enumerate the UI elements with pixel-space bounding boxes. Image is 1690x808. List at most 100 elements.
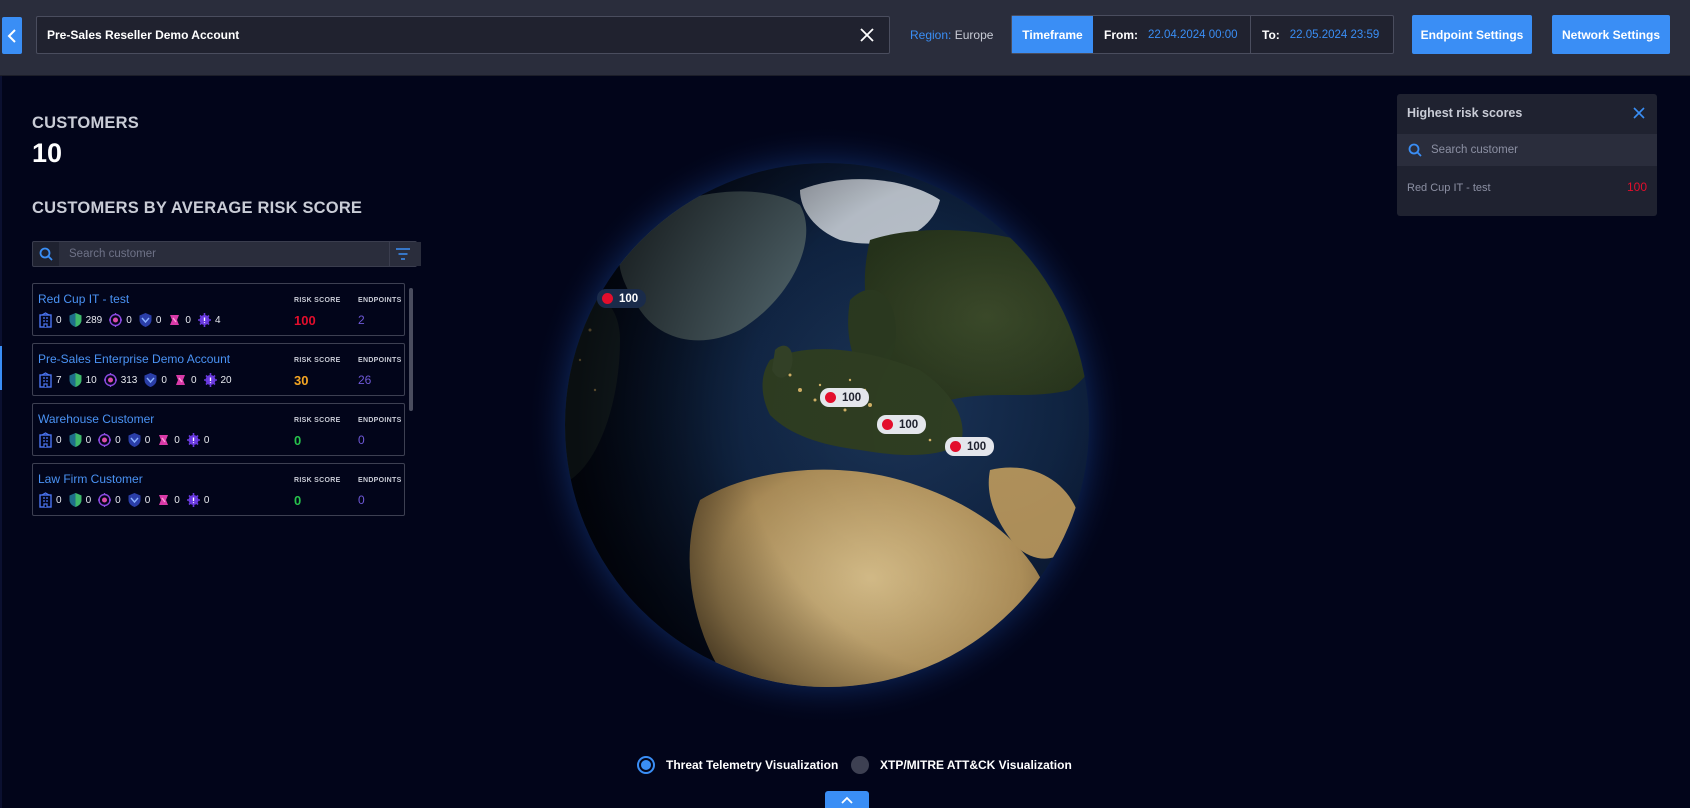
risk-panel-search-input[interactable]	[1431, 134, 1651, 166]
from-label: From:	[1104, 27, 1138, 42]
filter-icon[interactable]	[389, 242, 416, 266]
close-icon[interactable]	[1633, 107, 1645, 119]
risk-panel-search	[1397, 134, 1657, 166]
customer-name-link[interactable]: Pre-Sales Enterprise Demo Account	[38, 352, 230, 366]
risk-score-value: 0	[294, 493, 302, 508]
mitre-visualization-label: XTP/MITRE ATT&CK Visualization	[880, 758, 1072, 772]
stat-shield: 0	[68, 432, 91, 448]
threat-telemetry-radio[interactable]: Threat Telemetry Visualization	[637, 756, 838, 774]
customer-card[interactable]: Warehouse Customer RISK SCORE ENDPOINTS 0 0 0…	[32, 403, 405, 456]
shield-icon	[68, 372, 86, 388]
gear-alert-icon	[197, 312, 215, 328]
globe-risk-pin[interactable]: 100	[945, 437, 995, 456]
stat-gear-alert: 0	[186, 492, 209, 508]
stat-virus: 0	[97, 492, 121, 508]
globe-risk-pin[interactable]: 100	[820, 388, 870, 407]
risk-dot-icon	[825, 392, 836, 403]
network-settings-button[interactable]: Network Settings	[1552, 15, 1670, 54]
endpoints-label: ENDPOINTS	[358, 297, 402, 304]
network-shield-icon	[138, 312, 156, 328]
customer-search-input[interactable]	[59, 242, 421, 266]
stat-gear-alert: 20	[203, 372, 232, 388]
from-value: 22.04.2024 00:00	[1148, 28, 1238, 41]
shield-icon	[68, 432, 86, 448]
endpoints-label: ENDPOINTS	[358, 417, 402, 424]
endpoints-label: ENDPOINTS	[358, 477, 402, 484]
globe-visualization[interactable]: 100 100 100 100	[470, 100, 1190, 740]
customer-stats: 0 0 0 0 0 0	[38, 432, 215, 448]
endpoint-settings-button[interactable]: Endpoint Settings	[1412, 15, 1532, 54]
stat-network-shield: 0	[127, 492, 150, 508]
virus-icon	[108, 312, 126, 328]
alert-badge-icon	[156, 492, 174, 508]
customer-list-scrollbar[interactable]	[409, 288, 413, 411]
gear-alert-icon	[203, 372, 221, 388]
stat-value: 0	[185, 314, 191, 326]
close-icon[interactable]	[859, 27, 875, 43]
stat-virus: 313	[103, 372, 138, 388]
stat-network-shield: 0	[127, 432, 151, 448]
stat-value: 0	[115, 494, 121, 506]
stat-virus: 0	[97, 432, 121, 448]
network-shield-icon	[143, 372, 161, 388]
from-date-field[interactable]: From: 22.04.2024 00:00	[1093, 16, 1251, 53]
building-icon	[38, 492, 56, 508]
customer-name-link[interactable]: Red Cup IT - test	[38, 292, 129, 306]
stat-gear-alert: 0	[186, 432, 210, 448]
risk-score-label: RISK SCORE	[294, 357, 341, 364]
customer-card[interactable]: Law Firm Customer RISK SCORE ENDPOINTS 0 0 0 0…	[32, 463, 405, 516]
endpoints-value: 0	[358, 493, 365, 507]
risk-panel-row[interactable]: Red Cup IT - test 100	[1397, 174, 1657, 204]
customer-card[interactable]: Red Cup IT - test RISK SCORE ENDPOINTS 0 289…	[32, 283, 405, 336]
pin-score: 100	[899, 418, 919, 431]
virus-icon	[97, 432, 115, 448]
search-icon	[33, 242, 58, 266]
risk-score-value: 30	[294, 373, 309, 388]
customer-name-link[interactable]: Warehouse Customer	[38, 412, 154, 426]
stat-value: 0	[144, 434, 151, 446]
stat-value: 289	[85, 314, 103, 326]
stat-building: 0	[38, 312, 62, 328]
stat-value: 0	[56, 434, 62, 446]
stat-value: 0	[190, 374, 197, 386]
timeframe-group: Timeframe From: 22.04.2024 00:00 To: 22.…	[1011, 15, 1394, 54]
stat-alert-badge: 0	[173, 372, 197, 388]
chevron-left-icon	[7, 28, 16, 43]
stat-value: 0	[203, 434, 210, 446]
account-selector[interactable]: Pre-Sales Reseller Demo Account	[36, 16, 890, 54]
to-value: 22.05.2024 23:59	[1289, 28, 1380, 41]
stat-gear-alert: 4	[197, 312, 221, 328]
globe-risk-pin[interactable]: 100	[597, 289, 647, 308]
stat-building: 0	[38, 432, 62, 448]
expand-panel-button[interactable]	[825, 791, 869, 808]
shield-icon	[68, 312, 86, 328]
risk-score-value: 100	[294, 313, 316, 328]
stat-value: 0	[115, 434, 121, 446]
pin-score: 100	[619, 292, 639, 305]
globe-risk-pin[interactable]: 100	[877, 415, 927, 434]
customer-name-link[interactable]: Law Firm Customer	[38, 472, 143, 486]
risk-dot-icon	[602, 293, 613, 304]
radio-selected-icon	[637, 756, 655, 774]
customers-count: 10	[32, 138, 63, 168]
region-value: Europe	[954, 28, 994, 42]
stat-value: 0	[155, 314, 162, 326]
timeframe-button[interactable]: Timeframe	[1012, 16, 1093, 53]
customer-card[interactable]: Pre-Sales Enterprise Demo Account RISK SC…	[32, 343, 405, 396]
stat-network-shield: 0	[143, 372, 167, 388]
virus-icon	[97, 492, 115, 508]
stat-value: 313	[120, 374, 138, 386]
to-date-field[interactable]: To: 22.05.2024 23:59	[1251, 16, 1393, 53]
search-icon	[1408, 143, 1422, 157]
mitre-visualization-radio[interactable]: XTP/MITRE ATT&CK Visualization	[851, 756, 1072, 774]
customer-list[interactable]: Red Cup IT - test RISK SCORE ENDPOINTS 0 289…	[32, 283, 420, 523]
endpoints-label: ENDPOINTS	[358, 357, 402, 364]
back-button[interactable]	[2, 17, 22, 54]
risk-panel-row-name: Red Cup IT - test	[1407, 182, 1491, 194]
stat-shield: 289	[68, 312, 103, 328]
globe-graphic	[527, 125, 1127, 725]
avg-risk-heading: CUSTOMERS BY AVERAGE RISK SCORE	[32, 199, 363, 217]
stat-value: 20	[220, 374, 232, 386]
chevron-up-icon	[841, 796, 853, 804]
region-label: Region:	[910, 28, 952, 42]
